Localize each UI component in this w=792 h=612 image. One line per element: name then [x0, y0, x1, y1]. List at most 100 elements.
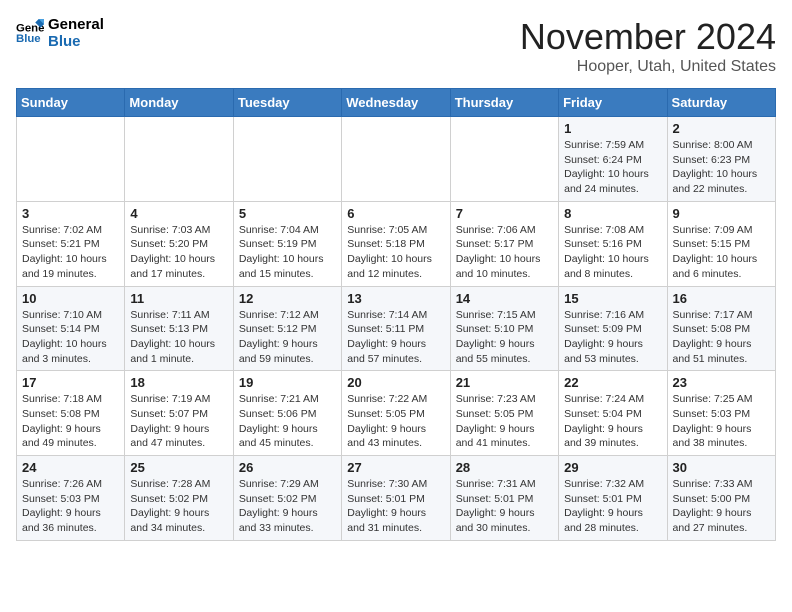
day-number: 12 [239, 291, 336, 306]
day-info: Sunrise: 7:32 AM Sunset: 5:01 PM Dayligh… [564, 477, 661, 536]
calendar-week-2: 3 Sunrise: 7:02 AM Sunset: 5:21 PM Daylig… [17, 201, 776, 286]
calendar-cell: 23Sunrise: 7:25 AM Sunset: 5:03 PM Dayli… [667, 371, 775, 456]
calendar-cell: 12 Sunrise: 7:12 AM Sunset: 5:12 PM Dayli… [233, 286, 341, 371]
day-number: 29 [564, 460, 661, 475]
day-info: Sunrise: 7:59 AM Sunset: 6:24 PM Dayligh… [564, 138, 661, 197]
day-number: 24 [22, 460, 119, 475]
header: General Blue General Blue November 2024 … [16, 16, 776, 76]
calendar-week-1: 1Sunrise: 7:59 AM Sunset: 6:24 PM Daylig… [17, 117, 776, 202]
day-number: 20 [347, 375, 444, 390]
day-info: Sunrise: 7:05 AM Sunset: 5:18 PM Dayligh… [347, 223, 444, 282]
day-info: Sunrise: 7:18 AM Sunset: 5:08 PM Dayligh… [22, 392, 119, 451]
day-info: Sunrise: 7:22 AM Sunset: 5:05 PM Dayligh… [347, 392, 444, 451]
day-info: Sunrise: 7:21 AM Sunset: 5:06 PM Dayligh… [239, 392, 336, 451]
day-number: 8 [564, 206, 661, 221]
header-friday: Friday [559, 89, 667, 117]
calendar-cell: 30 Sunrise: 7:33 AM Sunset: 5:00 PM Dayli… [667, 456, 775, 541]
logo-icon: General Blue [16, 19, 44, 47]
day-number: 21 [456, 375, 553, 390]
day-info: Sunrise: 7:14 AM Sunset: 5:11 PM Dayligh… [347, 308, 444, 367]
calendar-cell: 27 Sunrise: 7:30 AM Sunset: 5:01 PM Dayli… [342, 456, 450, 541]
day-number: 27 [347, 460, 444, 475]
calendar-cell: 21 Sunrise: 7:23 AM Sunset: 5:05 PM Dayli… [450, 371, 558, 456]
calendar-week-5: 24 Sunrise: 7:26 AM Sunset: 5:03 PM Dayli… [17, 456, 776, 541]
day-info: Sunrise: 7:17 AM Sunset: 5:08 PM Dayligh… [673, 308, 770, 367]
day-number: 5 [239, 206, 336, 221]
calendar-cell [125, 117, 233, 202]
day-number: 25 [130, 460, 227, 475]
day-number: 11 [130, 291, 227, 306]
calendar-cell: 24 Sunrise: 7:26 AM Sunset: 5:03 PM Dayli… [17, 456, 125, 541]
calendar-cell [233, 117, 341, 202]
logo-blue: Blue [48, 33, 104, 50]
logo: General Blue General Blue [16, 16, 104, 50]
day-info: Sunrise: 7:16 AM Sunset: 5:09 PM Dayligh… [564, 308, 661, 367]
calendar-cell: 5 Sunrise: 7:04 AM Sunset: 5:19 PM Daylig… [233, 201, 341, 286]
header-saturday: Saturday [667, 89, 775, 117]
day-number: 30 [673, 460, 770, 475]
calendar-cell: 10 Sunrise: 7:10 AM Sunset: 5:14 PM Dayli… [17, 286, 125, 371]
day-number: 14 [456, 291, 553, 306]
month-title: November 2024 [520, 16, 776, 58]
day-number: 7 [456, 206, 553, 221]
day-number: 3 [22, 206, 119, 221]
day-number: 26 [239, 460, 336, 475]
day-info: Sunrise: 7:02 AM Sunset: 5:21 PM Dayligh… [22, 223, 119, 282]
day-info: Sunrise: 7:23 AM Sunset: 5:05 PM Dayligh… [456, 392, 553, 451]
logo-general: General [48, 16, 104, 33]
calendar-cell: 16 Sunrise: 7:17 AM Sunset: 5:08 PM Dayli… [667, 286, 775, 371]
day-info: Sunrise: 7:08 AM Sunset: 5:16 PM Dayligh… [564, 223, 661, 282]
calendar-cell [450, 117, 558, 202]
calendar-cell [17, 117, 125, 202]
calendar-cell: 14 Sunrise: 7:15 AM Sunset: 5:10 PM Dayli… [450, 286, 558, 371]
day-info: Sunrise: 7:29 AM Sunset: 5:02 PM Dayligh… [239, 477, 336, 536]
day-number: 23 [673, 375, 770, 390]
day-number: 16 [673, 291, 770, 306]
calendar-cell: 22 Sunrise: 7:24 AM Sunset: 5:04 PM Dayli… [559, 371, 667, 456]
day-number: 6 [347, 206, 444, 221]
calendar-cell: 7Sunrise: 7:06 AM Sunset: 5:17 PM Daylig… [450, 201, 558, 286]
calendar-table: SundayMondayTuesdayWednesdayThursdayFrid… [16, 88, 776, 541]
svg-text:Blue: Blue [16, 33, 41, 45]
header-monday: Monday [125, 89, 233, 117]
day-number: 22 [564, 375, 661, 390]
calendar-cell: 29 Sunrise: 7:32 AM Sunset: 5:01 PM Dayli… [559, 456, 667, 541]
calendar-cell: 15 Sunrise: 7:16 AM Sunset: 5:09 PM Dayli… [559, 286, 667, 371]
calendar-cell: 1Sunrise: 7:59 AM Sunset: 6:24 PM Daylig… [559, 117, 667, 202]
calendar-cell: 3 Sunrise: 7:02 AM Sunset: 5:21 PM Daylig… [17, 201, 125, 286]
calendar-cell: 26 Sunrise: 7:29 AM Sunset: 5:02 PM Dayli… [233, 456, 341, 541]
calendar-header-row: SundayMondayTuesdayWednesdayThursdayFrid… [17, 89, 776, 117]
header-thursday: Thursday [450, 89, 558, 117]
day-info: Sunrise: 7:04 AM Sunset: 5:19 PM Dayligh… [239, 223, 336, 282]
day-info: Sunrise: 7:24 AM Sunset: 5:04 PM Dayligh… [564, 392, 661, 451]
calendar-cell: 2 Sunrise: 8:00 AM Sunset: 6:23 PM Daylig… [667, 117, 775, 202]
day-number: 15 [564, 291, 661, 306]
calendar-cell: 17 Sunrise: 7:18 AM Sunset: 5:08 PM Dayli… [17, 371, 125, 456]
day-info: Sunrise: 7:12 AM Sunset: 5:12 PM Dayligh… [239, 308, 336, 367]
day-info: Sunrise: 7:26 AM Sunset: 5:03 PM Dayligh… [22, 477, 119, 536]
day-number: 19 [239, 375, 336, 390]
calendar-cell: 11 Sunrise: 7:11 AM Sunset: 5:13 PM Dayli… [125, 286, 233, 371]
day-number: 18 [130, 375, 227, 390]
header-tuesday: Tuesday [233, 89, 341, 117]
calendar-cell: 19 Sunrise: 7:21 AM Sunset: 5:06 PM Dayli… [233, 371, 341, 456]
title-area: November 2024 Hooper, Utah, United State… [520, 16, 776, 76]
day-info: Sunrise: 7:33 AM Sunset: 5:00 PM Dayligh… [673, 477, 770, 536]
calendar-cell: 13 Sunrise: 7:14 AM Sunset: 5:11 PM Dayli… [342, 286, 450, 371]
calendar-cell: 8 Sunrise: 7:08 AM Sunset: 5:16 PM Daylig… [559, 201, 667, 286]
day-info: Sunrise: 8:00 AM Sunset: 6:23 PM Dayligh… [673, 138, 770, 197]
calendar-cell: 25Sunrise: 7:28 AM Sunset: 5:02 PM Dayli… [125, 456, 233, 541]
day-info: Sunrise: 7:31 AM Sunset: 5:01 PM Dayligh… [456, 477, 553, 536]
day-number: 2 [673, 121, 770, 136]
day-info: Sunrise: 7:10 AM Sunset: 5:14 PM Dayligh… [22, 308, 119, 367]
day-info: Sunrise: 7:11 AM Sunset: 5:13 PM Dayligh… [130, 308, 227, 367]
day-info: Sunrise: 7:30 AM Sunset: 5:01 PM Dayligh… [347, 477, 444, 536]
day-number: 13 [347, 291, 444, 306]
calendar-cell: 18Sunrise: 7:19 AM Sunset: 5:07 PM Dayli… [125, 371, 233, 456]
day-info: Sunrise: 7:03 AM Sunset: 5:20 PM Dayligh… [130, 223, 227, 282]
calendar-cell: 28Sunrise: 7:31 AM Sunset: 5:01 PM Dayli… [450, 456, 558, 541]
day-info: Sunrise: 7:15 AM Sunset: 5:10 PM Dayligh… [456, 308, 553, 367]
day-number: 17 [22, 375, 119, 390]
day-number: 10 [22, 291, 119, 306]
calendar-cell: 4Sunrise: 7:03 AM Sunset: 5:20 PM Daylig… [125, 201, 233, 286]
